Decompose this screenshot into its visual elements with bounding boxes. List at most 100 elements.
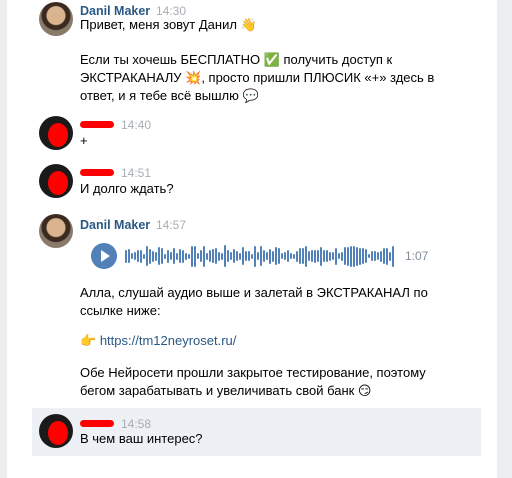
waveform-bar: [170, 252, 172, 260]
waveform-bar: [263, 250, 265, 262]
message-text: ЭКСТРАКАНАЛУ 💥, просто пришли ПЛЮСИК «+»…: [80, 70, 435, 85]
waveform-bar: [314, 249, 316, 263]
waveform-bar: [365, 249, 367, 263]
author-name-redacted: [80, 121, 114, 128]
waveform-bar: [200, 250, 202, 262]
waveform-bar: [299, 248, 301, 264]
waveform-bar: [173, 248, 175, 264]
waveform-bar: [359, 247, 361, 265]
waveform-bar: [188, 253, 190, 259]
waveform-bar: [374, 251, 376, 261]
waveform-bar: [230, 252, 232, 260]
avatar[interactable]: [39, 214, 73, 248]
waveform-bar: [155, 251, 157, 261]
waveform-bar: [215, 248, 217, 264]
waveform-bar: [125, 249, 127, 263]
message-text: ответ, и я тебе всё вышлю 💬: [80, 88, 259, 103]
waveform-bar: [392, 245, 394, 267]
waveform-bar: [326, 250, 328, 262]
waveform-bar: [149, 248, 151, 264]
waveform-bar: [239, 252, 241, 260]
chat-panel: Danil Maker 14:30 Привет, меня зовут Дан…: [7, 0, 497, 478]
waveform-bar: [251, 253, 253, 259]
waveform-bar: [158, 247, 160, 265]
avatar-redacted[interactable]: [39, 414, 73, 448]
waveform-bar: [143, 253, 145, 259]
waveform-bar: [272, 250, 274, 262]
waveform-bar: [344, 247, 346, 265]
waveform-bar: [311, 250, 313, 262]
waveform-bar: [338, 253, 340, 259]
author-name-redacted: [80, 420, 114, 427]
waveform-bar: [182, 249, 184, 263]
waveform-bar: [176, 252, 178, 260]
waveform-bar: [269, 248, 271, 264]
avatar-redacted[interactable]: [39, 116, 73, 150]
waveform-bar: [353, 245, 355, 267]
message-text: Если ты хочешь БЕСПЛАТНО ✅ получить дост…: [80, 52, 393, 67]
waveform-bar: [284, 252, 286, 260]
waveform-bar: [179, 249, 181, 263]
waveform-bar: [236, 251, 238, 261]
message-time: 14:58: [121, 417, 152, 431]
waveform-bar: [194, 245, 196, 267]
link-line: 👉 https://tm12neyroset.ru/: [80, 332, 420, 350]
waveform-bar: [287, 250, 289, 262]
waveform-bar: [383, 248, 385, 264]
waveform-bar: [356, 246, 358, 266]
external-link[interactable]: https://tm12neyroset.ru/: [100, 333, 237, 348]
waveform-bar: [377, 252, 379, 260]
waveform-bar: [212, 249, 214, 263]
waveform-bar: [362, 248, 364, 264]
waveform-bar: [368, 254, 370, 258]
waveform-bar: [164, 253, 166, 259]
author-name-redacted: [80, 169, 114, 176]
waveform-bar: [128, 249, 130, 263]
waveform-bar: [302, 248, 304, 264]
waveform-bar: [185, 252, 187, 260]
waveform-bar: [203, 245, 205, 267]
waveform-bar: [308, 251, 310, 261]
waveform-bar: [197, 253, 199, 259]
message-text: Привет, меня зовут Данил 👋: [80, 17, 257, 32]
avatar-redacted[interactable]: [39, 164, 73, 198]
pointing-hand-icon: 👉: [80, 333, 97, 348]
waveform-bar: [386, 247, 388, 265]
waveform-bar: [161, 248, 163, 264]
waveform-bar: [275, 247, 277, 265]
message-text: +: [80, 133, 88, 148]
waveform-bar: [206, 252, 208, 260]
waveform-bar: [137, 250, 139, 262]
waveform-bar: [329, 251, 331, 261]
waveform-bar: [221, 252, 223, 260]
play-button[interactable]: [91, 243, 117, 269]
waveform-bar: [320, 246, 322, 266]
waveform-bar: [260, 246, 262, 266]
waveform-bar: [293, 253, 295, 259]
waveform-bar: [371, 251, 373, 261]
message-text: бегом зарабатывать и увеличивать свой ба…: [80, 383, 372, 398]
waveform-bar: [233, 249, 235, 263]
waveform-bar: [167, 249, 169, 263]
waveform-bar: [224, 245, 226, 267]
avatar[interactable]: [39, 2, 73, 36]
waveform-bar: [380, 250, 382, 262]
message-time: 14:40: [121, 118, 152, 132]
waveform-bar: [332, 252, 334, 260]
message-text: ссылке ниже:: [80, 303, 161, 318]
waveform-bar: [350, 245, 352, 267]
waveform-bar: [266, 252, 268, 260]
waveform-bar: [290, 253, 292, 259]
audio-waveform[interactable]: [125, 244, 395, 268]
message-time: 14:57: [156, 218, 187, 232]
waveform-bar: [347, 246, 349, 266]
waveform-bar: [242, 247, 244, 265]
author-name[interactable]: Danil Maker: [80, 218, 150, 232]
waveform-bar: [146, 246, 148, 266]
waveform-bar: [218, 251, 220, 261]
waveform-bar: [191, 245, 193, 267]
waveform-bar: [245, 251, 247, 261]
message-text: В чем ваш интерес?: [80, 431, 203, 446]
waveform-bar: [254, 245, 256, 267]
waveform-bar: [335, 247, 337, 265]
